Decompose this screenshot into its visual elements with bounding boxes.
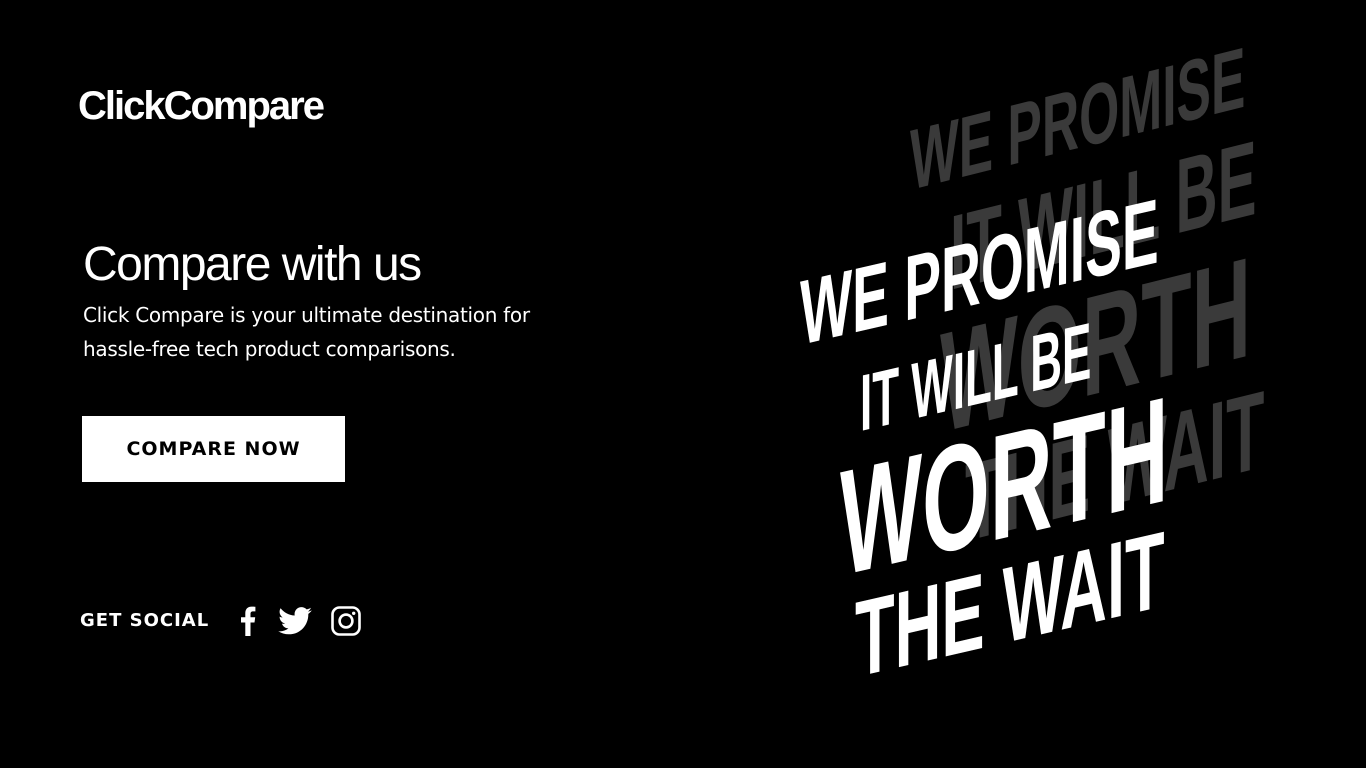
social-label: GET SOCIAL — [80, 610, 210, 631]
instagram-icon[interactable] — [329, 604, 363, 638]
promise-artwork: WE PROMISE IT WILL BE WORTH THE WAIT WE … — [740, 0, 1300, 701]
twitter-icon[interactable] — [277, 604, 313, 638]
hero-description: Click Compare is your ultimate destinati… — [83, 303, 530, 361]
brand-logo[interactable]: ClickCompare — [78, 82, 325, 130]
facebook-icon[interactable] — [236, 604, 260, 638]
compare-now-button[interactable]: COMPARE NOW — [82, 416, 345, 482]
promise-artwork-svg: WE PROMISE IT WILL BE WORTH THE WAIT WE … — [800, 29, 1264, 701]
hero-headline: Compare with us — [83, 238, 422, 291]
